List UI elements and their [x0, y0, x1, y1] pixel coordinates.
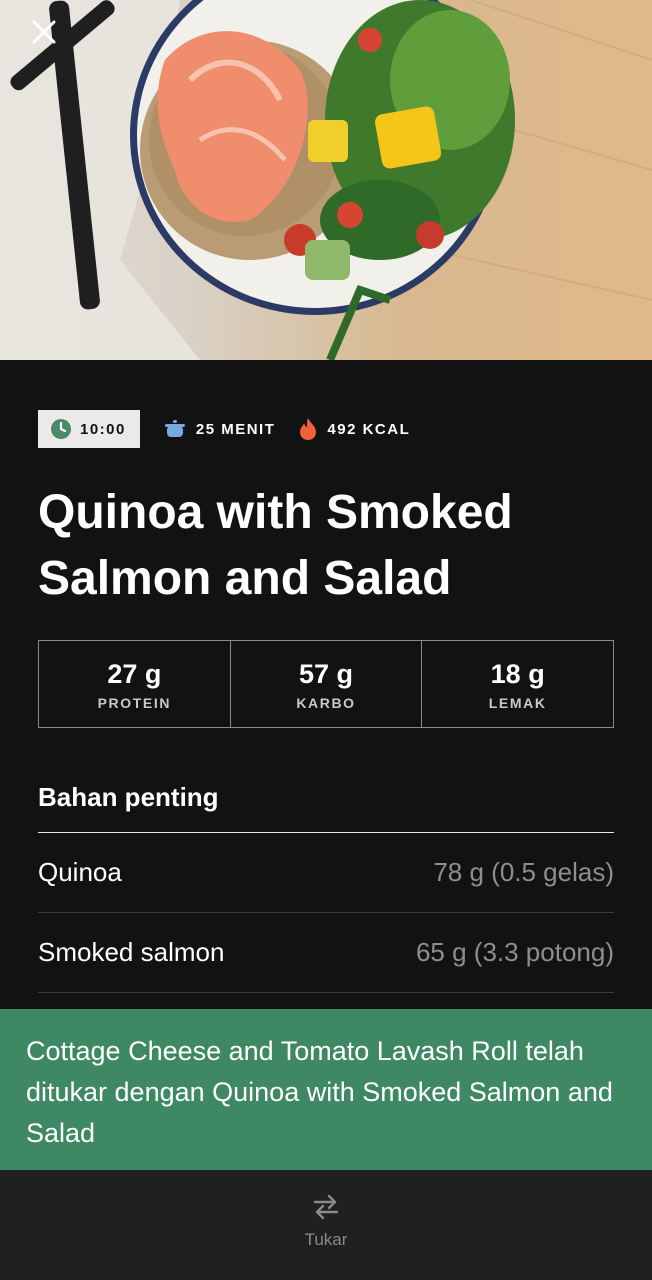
- macro-protein: 27 g PROTEIN: [39, 641, 231, 727]
- meal-meta-row: 10:00 25 MENIT 492 KCAL: [38, 410, 410, 448]
- macro-value: 57 g: [298, 659, 354, 689]
- ingredient-row[interactable]: Smoked salmon 65 g (3.3 potong): [38, 913, 614, 993]
- swap-icon: [313, 1194, 339, 1220]
- meal-time: 10:00: [80, 420, 126, 438]
- meal-time-chip: 10:00: [38, 410, 140, 448]
- meal-title: Quinoa with Smoked Salmon and Salad: [38, 486, 513, 605]
- macro-value: 18 g: [490, 659, 545, 689]
- ingredient-amount: 78 g (0.5 gelas): [433, 857, 614, 887]
- bottom-action-bar: Tukar: [0, 1170, 652, 1280]
- swap-confirmation-toast: Cottage Cheese and Tomato Lavash Roll te…: [0, 1009, 652, 1170]
- macro-fat: 18 g LEMAK: [422, 641, 613, 727]
- macro-label: KARBO: [296, 695, 356, 711]
- close-button[interactable]: [30, 18, 70, 58]
- swap-label: Tukar: [304, 1230, 348, 1249]
- meal-photo-illustration: [0, 0, 652, 360]
- ingredient-amount: 65 g (3.3 potong): [415, 937, 614, 967]
- macros-table: 27 g PROTEIN 57 g KARBO 18 g LEMAK: [38, 640, 614, 728]
- macro-label: PROTEIN: [97, 695, 172, 711]
- pot-icon: [164, 420, 185, 437]
- meal-calories-text: 492 KCAL: [327, 420, 411, 438]
- ingredients-heading: Bahan penting: [38, 782, 219, 812]
- ingredients-list: Quinoa 78 g (0.5 gelas) Smoked salmon 65…: [38, 832, 614, 993]
- flame-icon: [300, 418, 317, 440]
- meal-calories: 492 KCAL: [299, 417, 410, 441]
- meal-duration-text: 25 MENIT: [195, 420, 276, 438]
- swap-button[interactable]: Tukar: [276, 1192, 376, 1256]
- ingredient-name: Quinoa: [38, 857, 122, 887]
- meal-duration: 25 MENIT: [164, 419, 276, 439]
- macro-carbs: 57 g KARBO: [231, 641, 423, 727]
- macro-value: 27 g: [107, 659, 162, 689]
- clock-icon: [51, 419, 71, 439]
- ingredient-name: Smoked salmon: [38, 937, 225, 967]
- meal-photo: [0, 0, 652, 360]
- macro-label: LEMAK: [488, 695, 547, 711]
- close-icon: [32, 20, 56, 44]
- ingredient-row[interactable]: Quinoa 78 g (0.5 gelas): [38, 833, 614, 913]
